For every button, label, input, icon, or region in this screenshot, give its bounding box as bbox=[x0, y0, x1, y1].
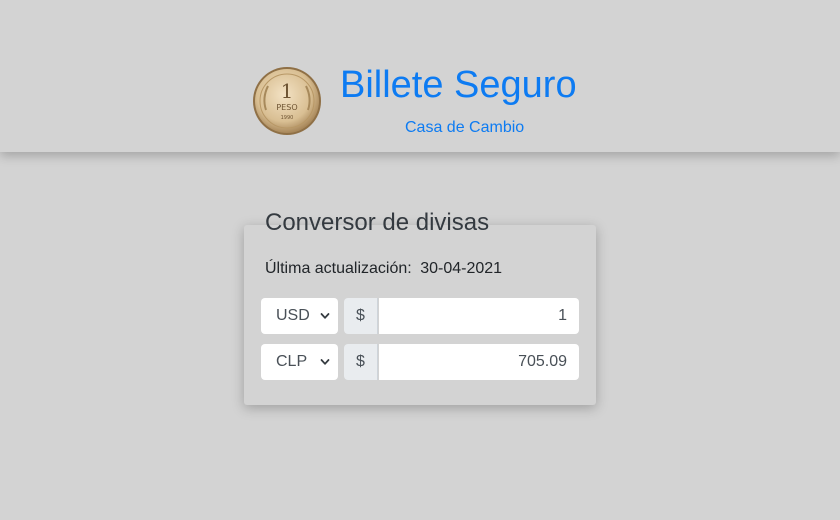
currency-select-value: USD bbox=[276, 307, 310, 324]
currency-select-from[interactable]: USD bbox=[261, 298, 338, 334]
amount-input-to[interactable]: 705.09 bbox=[379, 344, 579, 380]
currency-select-value: CLP bbox=[276, 353, 308, 370]
converter-row-to: CLP $ 705.09 bbox=[261, 344, 579, 380]
last-updated-date: 30-04-2021 bbox=[420, 260, 503, 277]
chevron-down-icon bbox=[320, 359, 330, 365]
svg-text:1990: 1990 bbox=[281, 115, 294, 121]
svg-text:1: 1 bbox=[281, 79, 294, 103]
last-updated-label: Última actualización: bbox=[265, 260, 412, 277]
svg-text:PESO: PESO bbox=[276, 103, 297, 112]
converter-card: Última actualización: 30-04-2021 USD $ 1… bbox=[244, 225, 596, 405]
chevron-down-icon bbox=[320, 313, 330, 319]
currency-select-to[interactable]: CLP bbox=[261, 344, 338, 380]
currency-symbol-addon: $ bbox=[344, 344, 378, 380]
last-updated: Última actualización: 30-04-2021 bbox=[265, 260, 502, 278]
converter-title: Conversor de divisas bbox=[265, 209, 490, 236]
brand-subtitle: Casa de Cambio bbox=[405, 119, 525, 136]
brand-title: Billete Seguro bbox=[340, 64, 577, 106]
amount-input-from[interactable]: 1 bbox=[379, 298, 579, 334]
peso-coin-icon: 1 PESO 1990 bbox=[253, 67, 321, 135]
site-header: 1 PESO 1990 Billete Seguro Casa de Cambi… bbox=[0, 0, 840, 152]
converter-row-from: USD $ 1 bbox=[261, 298, 579, 334]
currency-symbol-addon: $ bbox=[344, 298, 378, 334]
